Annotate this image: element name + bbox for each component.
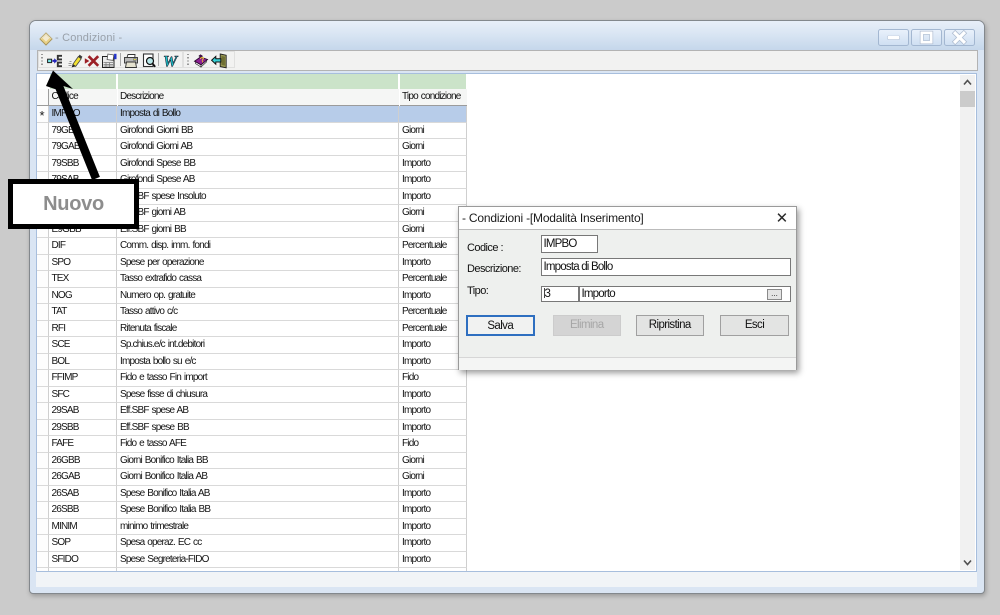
svg-text:W: W (163, 54, 179, 70)
